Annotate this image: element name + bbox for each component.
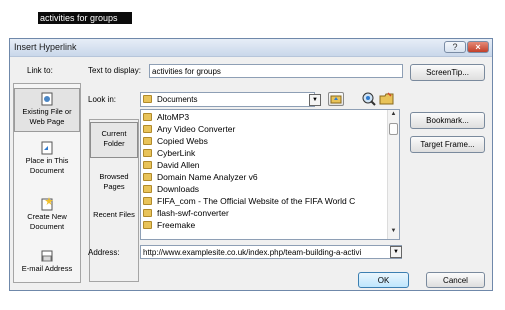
help-button[interactable]: ? xyxy=(444,41,466,53)
file-list-scrollbar[interactable]: ▲ ▼ xyxy=(387,110,399,239)
browse-file-button[interactable] xyxy=(379,92,395,106)
scroll-up-icon[interactable]: ▲ xyxy=(388,111,399,117)
folder-icon xyxy=(143,95,152,103)
dialog-title: Insert Hyperlink xyxy=(14,42,77,52)
bookmark-button[interactable]: Bookmark... xyxy=(410,112,485,129)
current-folder-tab[interactable]: Current Folder xyxy=(90,122,138,158)
ok-button[interactable]: OK xyxy=(358,272,409,288)
open-folder-icon xyxy=(379,92,394,105)
list-item[interactable]: Copied Webs xyxy=(143,136,208,147)
folder-icon xyxy=(143,161,152,169)
browsed-pages-tab[interactable]: Browsed Pages xyxy=(90,166,138,206)
page-icon xyxy=(41,92,53,106)
document-place-icon xyxy=(41,141,53,155)
look-in-select[interactable]: Documents xyxy=(140,92,315,107)
link-to-new-document-label: Create New Document xyxy=(27,212,67,231)
screentip-button[interactable]: ScreenTip... xyxy=(410,64,485,81)
target-frame-button[interactable]: Target Frame... xyxy=(410,136,485,153)
new-document-icon xyxy=(41,197,53,211)
insert-hyperlink-dialog: Insert Hyperlink ? × Link to: Text to di… xyxy=(9,38,493,291)
chevron-down-icon[interactable]: ▼ xyxy=(390,246,402,258)
folder-icon xyxy=(143,209,152,217)
list-item-label: AltoMP3 xyxy=(157,112,190,122)
list-item[interactable]: Any Video Converter xyxy=(143,124,235,135)
list-item[interactable]: flash-swf-converter xyxy=(143,208,229,219)
list-item[interactable]: Downloads xyxy=(143,184,199,195)
up-folder-button[interactable] xyxy=(328,92,344,106)
list-item[interactable]: Domain Name Analyzer v6 xyxy=(143,172,258,183)
address-input[interactable]: http://www.examplesite.co.uk/index.php/t… xyxy=(140,245,402,259)
list-item-label: FIFA_com - The Official Website of the F… xyxy=(157,196,356,206)
up-folder-icon xyxy=(330,95,342,104)
email-icon xyxy=(41,250,53,262)
look-in-label: Look in: xyxy=(88,95,117,104)
list-item[interactable]: Freemake xyxy=(143,220,195,231)
link-to-email[interactable]: E-mail Address xyxy=(14,246,80,283)
scroll-down-icon[interactable]: ▼ xyxy=(388,228,399,234)
cancel-button[interactable]: Cancel xyxy=(426,272,485,288)
list-item-label: flash-swf-converter xyxy=(157,208,229,218)
link-to-email-label: E-mail Address xyxy=(21,264,73,273)
close-button[interactable]: × xyxy=(467,41,489,53)
globe-search-icon xyxy=(362,92,376,106)
title-bar: Insert Hyperlink ? × xyxy=(10,39,492,57)
list-item-label: Any Video Converter xyxy=(157,124,236,134)
help-icon: ? xyxy=(452,42,458,52)
recent-files-tab[interactable]: Recent Files xyxy=(90,204,138,244)
list-item-label: Freemake xyxy=(157,220,196,230)
sub-nav-panel: Current Folder Browsed Pages Recent File… xyxy=(89,119,139,282)
scrollbar-thumb[interactable] xyxy=(389,123,398,135)
list-item-label: David Allen xyxy=(157,160,200,170)
list-item[interactable]: AltoMP3 xyxy=(143,112,189,123)
folder-icon xyxy=(143,221,152,229)
list-item-label: CyberLink xyxy=(157,148,196,158)
selected-document-text: activities for groups xyxy=(38,12,132,24)
link-to-existing-file[interactable]: Existing File or Web Page xyxy=(14,88,80,132)
link-to-panel: Existing File or Web Page Place in This … xyxy=(13,83,81,283)
list-item-label: Domain Name Analyzer v6 xyxy=(157,172,258,182)
link-to-place-label: Place in This Document xyxy=(25,156,69,175)
folder-icon xyxy=(143,149,152,157)
text-to-display-label: Text to display: xyxy=(88,66,141,75)
address-label: Address: xyxy=(88,248,120,257)
file-list[interactable]: AltoMP3 Any Video Converter Copied Webs … xyxy=(140,109,400,240)
link-to-label: Link to: xyxy=(27,66,53,75)
folder-icon xyxy=(143,125,152,133)
list-item-label: Downloads xyxy=(157,184,200,194)
look-in-value: Documents xyxy=(157,95,198,104)
link-to-existing-file-label: Existing File or Web Page xyxy=(22,107,72,126)
folder-icon xyxy=(143,113,152,121)
folder-icon xyxy=(143,197,152,205)
browse-web-button[interactable] xyxy=(361,92,377,106)
text-to-display-input[interactable]: activities for groups xyxy=(149,64,403,78)
folder-icon xyxy=(143,173,152,181)
folder-icon xyxy=(143,185,152,193)
list-item-label: Copied Webs xyxy=(157,136,208,146)
list-item[interactable]: CyberLink xyxy=(143,148,195,159)
close-icon: × xyxy=(475,42,481,52)
link-to-new-document[interactable]: Create New Document xyxy=(14,194,80,237)
link-to-place-in-document[interactable]: Place in This Document xyxy=(14,138,80,181)
list-item[interactable]: David Allen xyxy=(143,160,200,171)
chevron-down-icon[interactable]: ▼ xyxy=(309,94,321,106)
list-item[interactable]: FIFA_com - The Official Website of the F… xyxy=(143,196,355,207)
folder-icon xyxy=(143,137,152,145)
